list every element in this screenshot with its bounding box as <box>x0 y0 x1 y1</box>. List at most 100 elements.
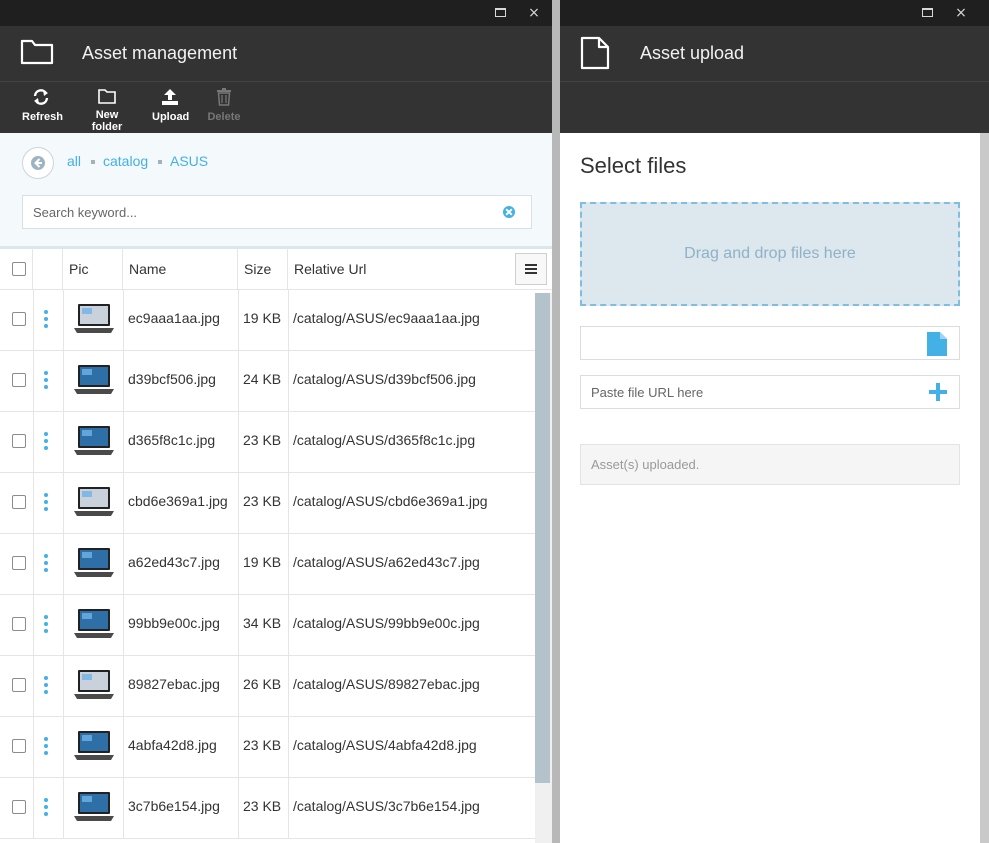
file-field <box>580 326 960 360</box>
table-row[interactable]: ec9aaa1aa.jpg 19 KB/catalog/ASUS/ec9aaa1a… <box>0 290 535 351</box>
cell-divider <box>63 473 64 534</box>
cell-divider <box>238 778 239 839</box>
search-input[interactable] <box>23 196 483 228</box>
maximize-icon <box>494 8 506 17</box>
more-actions-icon[interactable] <box>44 310 48 328</box>
more-actions-icon[interactable] <box>44 615 48 633</box>
cell-divider <box>33 778 34 839</box>
cell-divider <box>288 717 289 778</box>
more-actions-icon[interactable] <box>44 493 48 511</box>
more-actions-icon[interactable] <box>44 737 48 755</box>
blade-header: Asset management <box>0 26 552 81</box>
maximize-button[interactable] <box>491 4 509 22</box>
table-cell-name: 89827ebac.jpg <box>128 676 220 692</box>
url-field <box>580 375 960 409</box>
new-folder-label: New folder <box>91 109 123 133</box>
row-checkbox[interactable] <box>12 678 26 692</box>
table-cell-size: 19 KB <box>243 310 282 326</box>
maximize-button[interactable] <box>918 4 936 22</box>
breadcrumb-area: all catalog ASUS <box>0 133 552 246</box>
table-row[interactable]: a62ed43c7.jpg 19 KB/catalog/ASUS/a62ed43c… <box>0 534 535 595</box>
back-button[interactable] <box>22 147 54 179</box>
row-checkbox[interactable] <box>12 434 26 448</box>
browse-file-icon[interactable] <box>927 332 947 356</box>
delete-button[interactable]: Delete <box>207 88 241 123</box>
cell-divider <box>238 473 239 534</box>
row-checkbox[interactable] <box>12 617 26 631</box>
table-cell-size: 34 KB <box>243 615 282 631</box>
folder-icon <box>20 39 54 65</box>
close-button[interactable]: × <box>525 4 543 22</box>
breadcrumb-asus[interactable]: ASUS <box>170 153 208 169</box>
file-input[interactable] <box>581 327 911 359</box>
row-checkbox[interactable] <box>12 556 26 570</box>
laptop-thumbnail <box>74 792 114 821</box>
table-cell-url: /catalog/ASUS/89827ebac.jpg <box>293 676 480 692</box>
table-cell-size: 23 KB <box>243 493 282 509</box>
more-actions-icon[interactable] <box>44 676 48 694</box>
row-checkbox[interactable] <box>12 739 26 753</box>
more-actions-icon[interactable] <box>44 432 48 450</box>
row-checkbox[interactable] <box>12 495 26 509</box>
laptop-thumbnail <box>74 670 114 699</box>
more-actions-icon[interactable] <box>44 554 48 572</box>
column-header-size[interactable]: Size <box>238 249 288 290</box>
url-input[interactable] <box>581 376 911 408</box>
breadcrumb-catalog[interactable]: catalog <box>103 153 148 169</box>
grid-header: Pic Name Size Relative Url <box>0 249 552 290</box>
asset-management-blade: × Asset management Refresh New folder Up… <box>0 0 552 843</box>
cell-divider <box>63 351 64 412</box>
upload-icon <box>162 89 178 105</box>
row-checkbox[interactable] <box>12 373 26 387</box>
cell-divider <box>33 656 34 717</box>
row-checkbox[interactable] <box>12 800 26 814</box>
table-cell-size: 23 KB <box>243 737 282 753</box>
table-row[interactable]: d365f8c1c.jpg 23 KB/catalog/ASUS/d365f8c1… <box>0 412 535 473</box>
breadcrumb-separator <box>91 160 95 164</box>
add-url-icon[interactable] <box>929 383 947 401</box>
clear-search-icon[interactable] <box>503 206 515 218</box>
table-cell-size: 24 KB <box>243 371 282 387</box>
select-all-checkbox[interactable] <box>12 262 26 276</box>
table-cell-name: a62ed43c7.jpg <box>128 554 220 570</box>
menu-icon-line <box>525 268 537 270</box>
table-row[interactable]: 89827ebac.jpg 26 KB/catalog/ASUS/89827eba… <box>0 656 535 717</box>
new-folder-button[interactable]: New folder <box>80 88 134 133</box>
actions-header <box>33 249 63 290</box>
table-row[interactable]: d39bcf506.jpg 24 KB/catalog/ASUS/d39bcf50… <box>0 351 535 412</box>
table-cell-name: d365f8c1c.jpg <box>128 432 216 448</box>
cell-divider <box>288 473 289 534</box>
row-checkbox[interactable] <box>12 312 26 326</box>
upload-button[interactable]: Upload <box>152 88 189 123</box>
menu-icon-line <box>525 272 537 274</box>
cell-divider <box>288 412 289 473</box>
more-actions-icon[interactable] <box>44 798 48 816</box>
cell-divider <box>123 534 124 595</box>
blade-title: Asset upload <box>640 43 745 63</box>
scrollbar-thumb[interactable] <box>535 293 550 783</box>
column-header-pic[interactable]: Pic <box>63 249 123 290</box>
grid-scrollbar[interactable] <box>535 293 552 843</box>
cell-divider <box>288 290 289 351</box>
refresh-button[interactable]: Refresh <box>22 88 63 123</box>
table-cell-url: /catalog/ASUS/4abfa42d8.jpg <box>293 737 477 753</box>
breadcrumb-all[interactable]: all <box>67 153 81 169</box>
laptop-thumbnail <box>74 365 114 394</box>
table-row[interactable]: 99bb9e00c.jpg 34 KB/catalog/ASUS/99bb9e00… <box>0 595 535 656</box>
more-actions-icon[interactable] <box>44 371 48 389</box>
cell-divider <box>33 473 34 534</box>
table-row[interactable]: 3c7b6e154.jpg 23 KB/catalog/ASUS/3c7b6e15… <box>0 778 535 839</box>
table-cell-name: d39bcf506.jpg <box>128 371 216 387</box>
table-row[interactable]: 4abfa42d8.jpg 23 KB/catalog/ASUS/4abfa42d… <box>0 717 535 778</box>
column-header-name[interactable]: Name <box>123 249 238 290</box>
dropzone[interactable]: Drag and drop files here <box>580 202 960 306</box>
delete-label: Delete <box>207 111 241 123</box>
blade-title: Asset management <box>82 43 238 63</box>
cell-divider <box>238 595 239 656</box>
close-button[interactable]: × <box>952 4 970 22</box>
table-row[interactable]: cbd6e369a1.jpg 23 KB/catalog/ASUS/cbd6e36… <box>0 473 535 534</box>
column-header-relative-url[interactable]: Relative Url <box>288 249 510 290</box>
column-menu-button[interactable] <box>515 253 547 285</box>
blade-divider <box>552 0 560 843</box>
laptop-thumbnail <box>74 487 114 516</box>
